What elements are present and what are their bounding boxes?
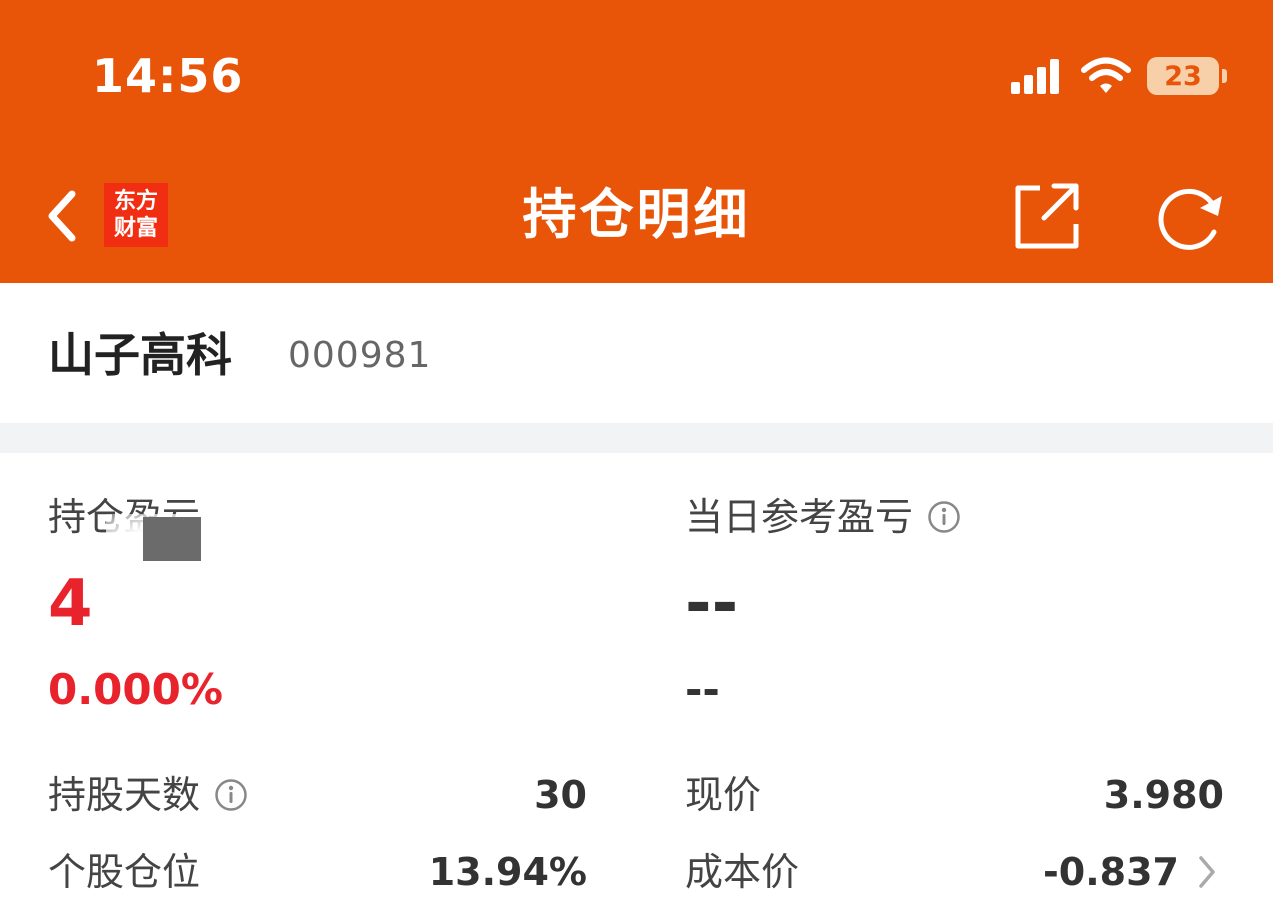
stock-name: 山子高科 — [48, 328, 232, 382]
position-weight-value: 13.94% — [428, 850, 587, 894]
current-price-label: 现价 — [685, 770, 761, 820]
position-weight-label-text: 个股仓位 — [48, 850, 201, 894]
current-price-label-text: 现价 — [685, 773, 762, 817]
redaction-block — [143, 517, 201, 561]
stock-info-row[interactable]: 山子高科 000981 — [0, 283, 1273, 423]
holding-pl-value: 4 — [48, 567, 93, 641]
holding-days-label: 持股天数 — [48, 770, 248, 820]
share-button[interactable] — [1010, 180, 1082, 252]
status-time: 14:56 — [92, 49, 244, 103]
cost-price-label-text: 成本价 — [685, 850, 800, 894]
share-icon — [1015, 183, 1079, 249]
battery-icon: 23 — [1147, 57, 1227, 95]
current-price-value: 3.980 — [1103, 773, 1224, 817]
status-icons: 23 — [1009, 54, 1227, 98]
info-icon[interactable] — [214, 778, 248, 812]
chevron-right-icon[interactable] — [1194, 852, 1220, 892]
daily-pl-label-text: 当日参考盈亏 — [685, 495, 914, 539]
wifi-icon — [1081, 57, 1131, 93]
stock-code: 000981 — [288, 335, 432, 376]
app-header: 14:56 23 东方 财富 持仓明细 — [0, 0, 1273, 283]
refresh-icon — [1158, 188, 1222, 250]
info-icon[interactable] — [927, 500, 961, 534]
cost-price-value[interactable]: -0.837 — [1043, 847, 1179, 897]
daily-pl-value: -- — [685, 567, 739, 641]
cost-price-label: 成本价 — [685, 847, 799, 897]
holding-days-label-text: 持股天数 — [48, 773, 201, 817]
position-weight-label: 个股仓位 — [48, 847, 200, 897]
page-title: 持仓明细 — [522, 183, 751, 246]
section-divider — [0, 423, 1273, 453]
battery-level: 23 — [1164, 60, 1202, 92]
holding-pl-percent: 0.000% — [48, 665, 223, 714]
holding-days-value: 30 — [534, 773, 587, 817]
refresh-button[interactable] — [1154, 182, 1226, 254]
cellular-signal-icon — [1011, 59, 1059, 94]
daily-pl-label: 当日参考盈亏 — [685, 492, 961, 542]
daily-pl-percent: -- — [685, 665, 720, 714]
